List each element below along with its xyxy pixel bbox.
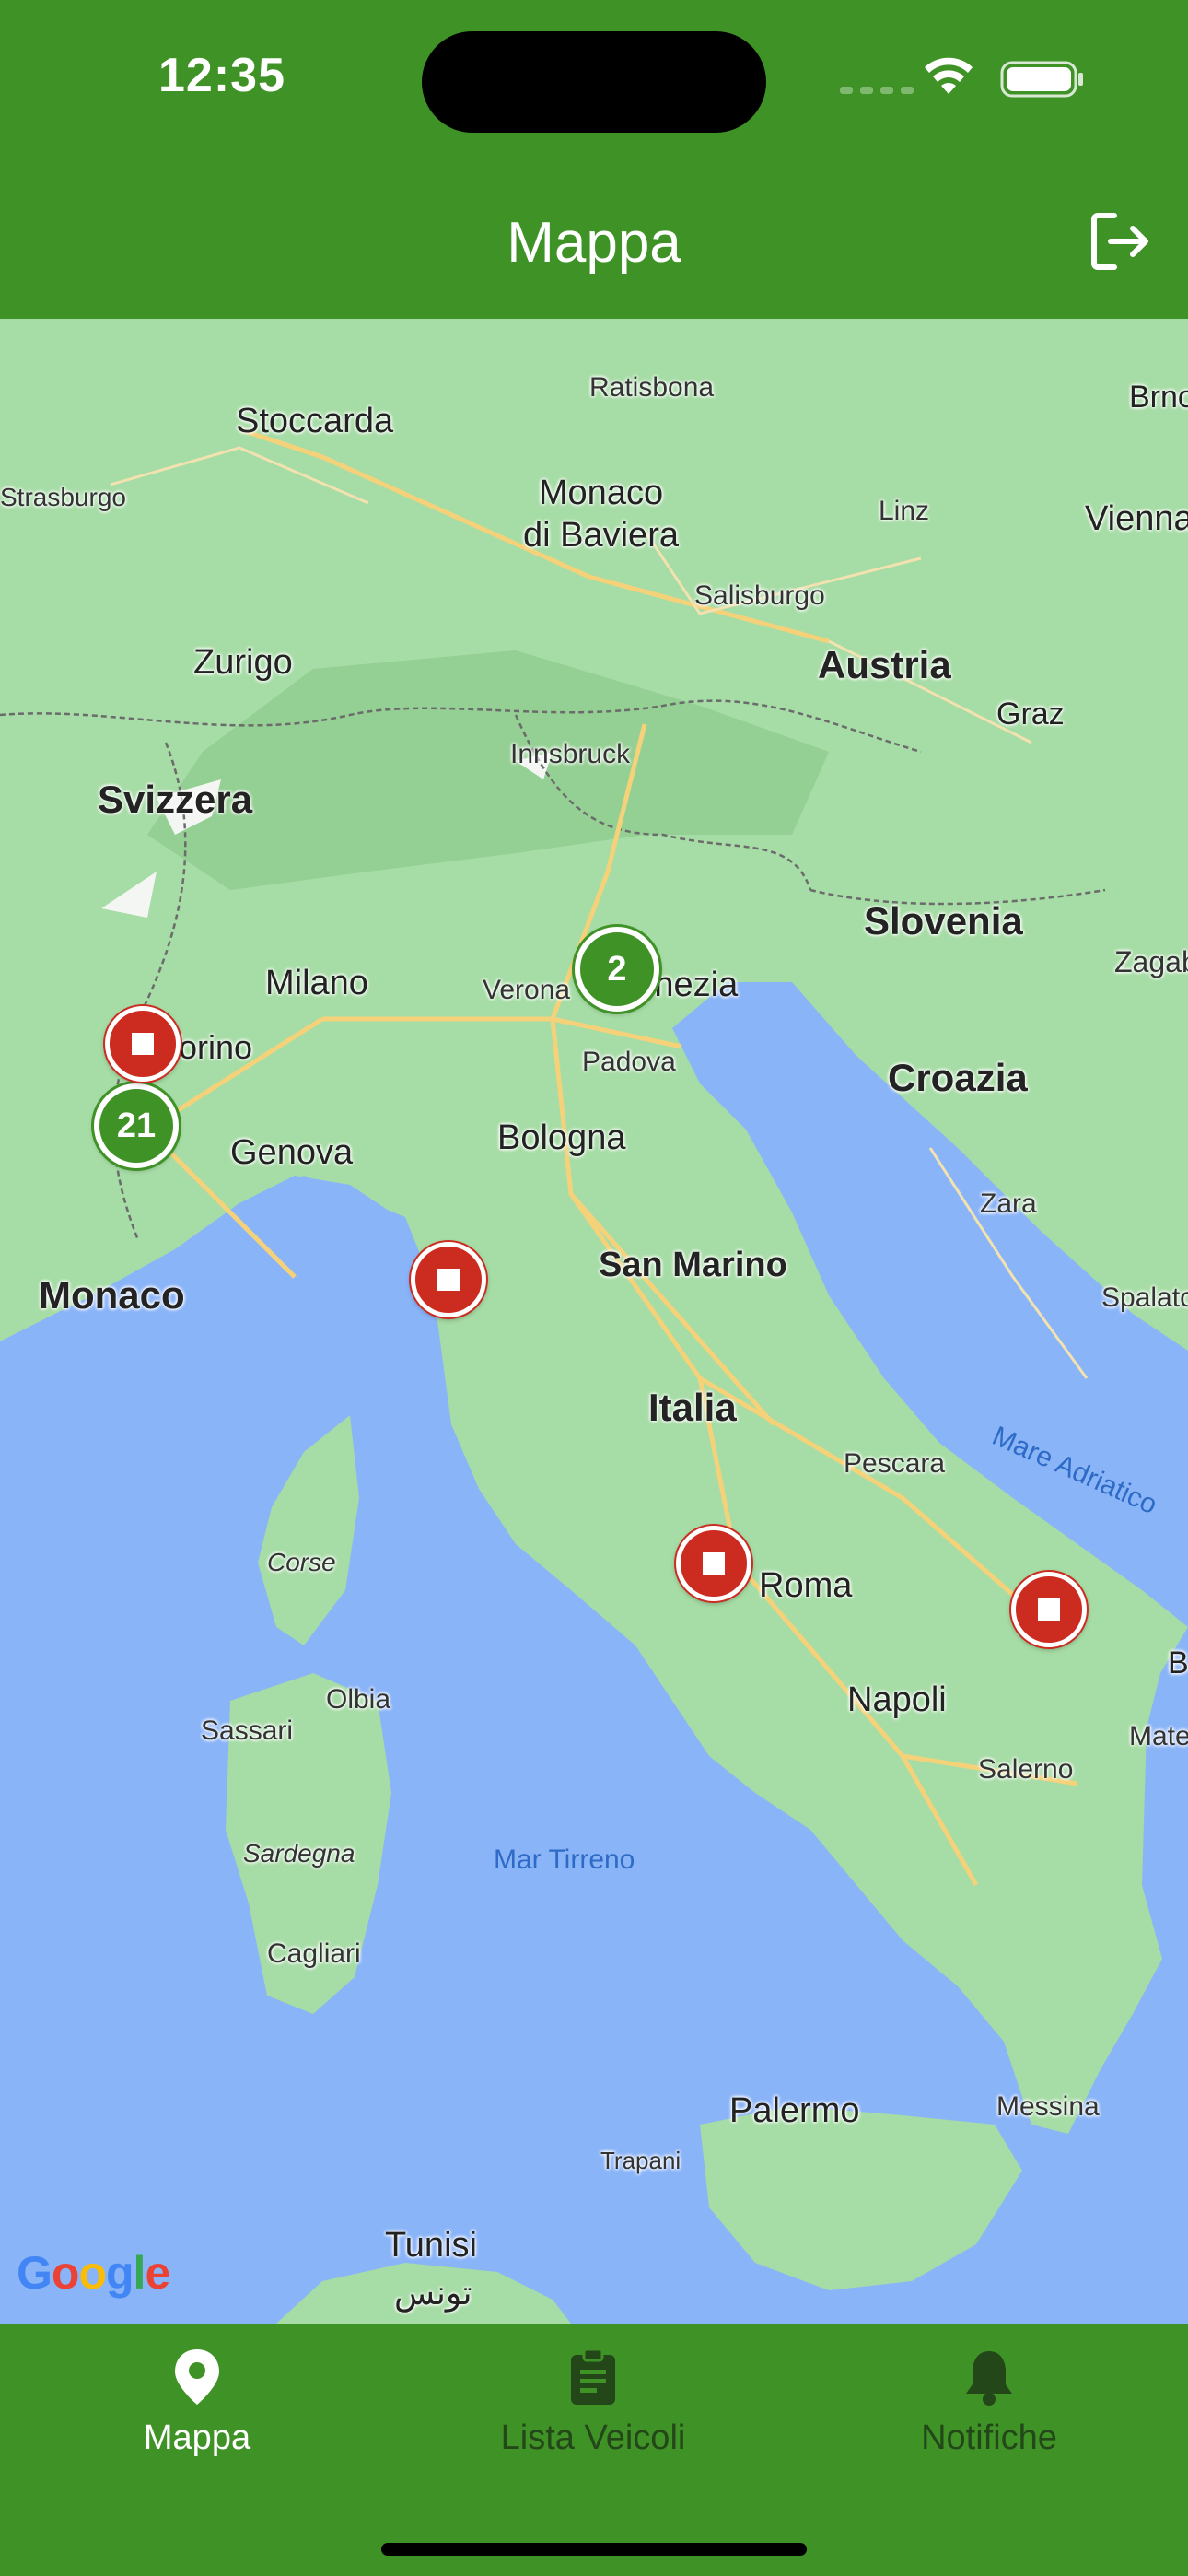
stop-icon [132,1033,154,1055]
vehicle-cluster[interactable]: 21 [94,1083,179,1168]
city-label: Brno [1129,380,1188,415]
status-bar: 12:35 [0,0,1188,157]
city-label: Stoccarda [236,402,394,440]
city-label: Zurigo [193,643,293,682]
vehicle-cluster[interactable]: 2 [575,927,659,1012]
city-label: تونس [394,2274,472,2312]
bell-icon [966,2351,1012,2406]
signal-icon [840,87,914,94]
city-label: Roma [759,1566,853,1605]
city-label: Bologna [497,1118,626,1157]
city-label: Linz [879,496,930,526]
city-label: Spalato [1101,1282,1188,1313]
city-label: Verona [483,975,571,1005]
city-label: Strasburgo [0,483,126,511]
island-label: Corse [267,1548,336,1576]
status-icons [840,57,1083,98]
page-title: Mappa [507,211,681,275]
logout-icon[interactable] [1087,208,1153,275]
home-indicator [381,2543,807,2556]
nav-label: Mappa [143,2418,251,2457]
city-label: Innsbruck [510,739,631,769]
country-label: Italia [648,1386,737,1429]
map-pin-icon [175,2349,219,2405]
city-label: Cagliari [267,1938,361,1969]
city-label: Palermo [729,2091,860,2130]
vehicle-marker[interactable] [411,1242,486,1317]
vehicle-marker[interactable] [676,1526,751,1601]
nav-item-mappa[interactable]: Mappa [59,2348,335,2458]
nav-item-notifiche[interactable]: Notifiche [851,2348,1127,2458]
app-header: Mappa [0,157,1188,319]
island-label: Sardegna [243,1839,355,1868]
country-label: San Marino [599,1246,787,1284]
map-tiles [0,319,1188,2324]
country-label: Monaco [39,1273,185,1317]
city-label: Trapani [600,2147,681,2174]
bottom-navigation: Mappa Lista Veicoli Notifiche [0,2324,1188,2576]
city-label: Ratisbona [589,372,715,403]
city-label: Pescara [844,1448,946,1479]
status-time: 12:35 [158,49,285,102]
country-label: Slovenia [864,899,1023,943]
city-label: Bari [1168,1645,1188,1680]
city-label: Genova [230,1133,354,1172]
country-label: Croazia [888,1056,1028,1099]
city-label: Zagabria [1114,945,1188,978]
city-label: Graz [996,697,1065,732]
city-label: Padova [582,1047,676,1077]
stop-icon [437,1269,460,1291]
city-label: Messina [996,2091,1100,2122]
map-view[interactable]: Svizzera Austria Slovenia Croazia Italia… [0,319,1188,2324]
city-label: Salisburgo [694,580,825,611]
country-label: Svizzera [98,778,253,821]
city-label: Sassari [201,1715,294,1746]
city-label: Milano [265,964,368,1002]
wifi-icon [925,57,973,94]
nav-label: Notifiche [921,2418,1057,2457]
city-label: Napoli [847,1680,947,1719]
stop-icon [703,1552,725,1575]
country-label: Austria [818,643,951,686]
city-label: Vienna [1085,499,1188,538]
clipboard-icon [571,2348,615,2405]
vehicle-marker[interactable] [1011,1572,1087,1647]
nav-item-lista-veicoli[interactable]: Lista Veicoli [455,2348,731,2458]
city-label: Olbia [326,1684,391,1715]
vehicle-marker[interactable] [105,1006,181,1082]
city-label: Salerno [978,1754,1074,1785]
city-label: Matera [1129,1721,1188,1751]
google-logo: Google [17,2247,170,2299]
stop-icon [1038,1598,1060,1621]
city-label: Tunisi [385,2226,477,2265]
sea-label: Mar Tirreno [494,1844,635,1875]
dynamic-island [422,31,766,133]
city-label: Monaco di Baviera [523,474,679,555]
nav-label: Lista Veicoli [500,2418,686,2457]
battery-icon [1000,61,1083,98]
city-label: Zara [980,1188,1037,1219]
